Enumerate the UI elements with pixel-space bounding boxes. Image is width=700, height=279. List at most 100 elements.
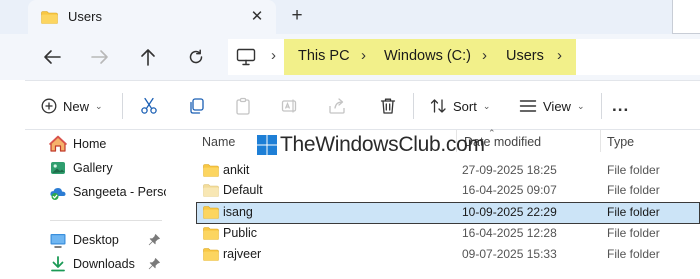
sidebar-item-downloads[interactable]: Downloads: [40, 253, 166, 275]
chevron-down-icon: ⌄: [95, 100, 103, 111]
pin-icon[interactable]: [147, 233, 161, 247]
rename-icon: [281, 99, 297, 113]
divider: [122, 93, 123, 119]
trash-icon: [380, 98, 396, 114]
file-date: 16-04-2025 09:07: [462, 183, 557, 197]
share-icon: [329, 98, 345, 114]
file-date: 09-07-2025 15:33: [462, 247, 557, 261]
view-icon: [519, 100, 537, 112]
sidebar-divider: [50, 220, 162, 221]
address-bar[interactable]: › This PC › Windows (C:) › Users ›: [228, 39, 700, 75]
chevron-down-icon: ⌄: [576, 100, 585, 111]
pin-icon[interactable]: [147, 257, 161, 271]
folder-icon: [203, 184, 219, 197]
column-header-type[interactable]: Type: [607, 135, 634, 149]
view-button[interactable]: View ⌄: [519, 93, 585, 119]
file-row-ankit[interactable]: ankit 27-09-2025 18:25 File folder: [196, 160, 700, 182]
window-control-edge[interactable]: [672, 0, 700, 34]
file-row-public[interactable]: Public 16-04-2025 12:28 File folder: [196, 223, 700, 245]
desktop-icon: [50, 234, 66, 248]
breadcrumb-windows-c[interactable]: Windows (C:): [384, 48, 471, 64]
file-name: Default: [223, 183, 263, 197]
navigation-pane: Home Gallery Sangeeta - Persor Desktop D…: [40, 130, 166, 279]
copy-button[interactable]: [187, 93, 205, 119]
home-icon: [49, 135, 67, 152]
chevron-right-icon[interactable]: ›: [361, 47, 366, 64]
command-bar: New ⌄ Sort ⌄ View ⌄ ...: [25, 80, 700, 130]
rename-button[interactable]: [281, 93, 299, 119]
divider: [601, 93, 602, 119]
chevron-right-icon[interactable]: ›: [557, 47, 562, 64]
forward-button[interactable]: [85, 42, 115, 72]
column-header-name[interactable]: Name: [202, 135, 235, 149]
share-button[interactable]: [328, 93, 346, 119]
file-type: File folder: [607, 205, 660, 219]
sidebar-item-onedrive[interactable]: Sangeeta - Persor: [40, 181, 166, 203]
sidebar-item-label: Desktop: [73, 233, 119, 247]
file-name: Public: [223, 226, 258, 240]
plus-circle-icon: [41, 98, 57, 114]
folder-icon: [203, 206, 219, 219]
sidebar-item-gallery[interactable]: Gallery: [40, 157, 166, 179]
divider: [413, 93, 414, 119]
file-name: rajveer: [223, 247, 262, 261]
file-type: File folder: [607, 226, 660, 240]
sort-icon: [430, 99, 446, 113]
delete-button[interactable]: [379, 93, 397, 119]
breadcrumb-users[interactable]: Users: [506, 48, 544, 64]
folder-icon: [203, 248, 219, 261]
file-type: File folder: [607, 163, 660, 177]
folder-icon: [203, 164, 219, 177]
clipboard-icon: [236, 97, 250, 115]
refresh-button[interactable]: [181, 42, 211, 72]
file-type: File folder: [607, 183, 660, 197]
sidebar-item-label: Gallery: [73, 161, 113, 175]
paste-button[interactable]: [234, 93, 252, 119]
sidebar-item-home[interactable]: Home: [40, 133, 166, 155]
breadcrumb-this-pc[interactable]: This PC: [298, 48, 350, 64]
file-row-rajveer[interactable]: rajveer 09-07-2025 15:33 File folder: [196, 244, 700, 266]
chevron-right-icon[interactable]: ›: [482, 47, 487, 64]
navigation-bar: › This PC › Windows (C:) › Users ›: [0, 34, 700, 80]
watermark-text: TheWindowsClub.com: [280, 133, 485, 156]
new-button[interactable]: New ⌄: [41, 93, 103, 119]
gallery-icon: [51, 162, 65, 174]
tab-strip: Users ✕ +: [0, 0, 700, 34]
column-divider[interactable]: [600, 130, 601, 152]
cut-button[interactable]: [140, 93, 158, 119]
more-options-button[interactable]: ...: [612, 93, 629, 119]
file-row-default[interactable]: Default 16-04-2025 09:07 File folder: [196, 180, 700, 202]
up-button[interactable]: [133, 42, 163, 72]
tab-title: Users: [68, 9, 102, 24]
arrow-up-icon: [141, 49, 155, 66]
close-icon[interactable]: ✕: [246, 6, 268, 28]
new-label: New: [63, 98, 90, 114]
downloads-icon: [51, 256, 65, 272]
windows-logo-icon: [257, 135, 277, 155]
tab-users[interactable]: Users ✕: [28, 0, 276, 34]
file-date: 10-09-2025 22:29: [462, 205, 557, 219]
chevron-right-icon[interactable]: ›: [271, 47, 276, 64]
sort-label: Sort: [453, 98, 477, 114]
copy-icon: [190, 98, 204, 114]
folder-icon: [41, 11, 58, 24]
view-label: View: [543, 98, 571, 114]
file-name: ankit: [223, 163, 250, 177]
file-row-isang[interactable]: isang 10-09-2025 22:29 File folder: [196, 202, 700, 224]
computer-icon: [236, 48, 256, 66]
sidebar-item-label: Downloads: [73, 257, 135, 271]
arrow-left-icon: [44, 50, 61, 64]
sidebar-item-label: Home: [73, 137, 107, 151]
back-button[interactable]: [37, 42, 67, 72]
watermark: TheWindowsClub.com: [257, 130, 485, 160]
sidebar-item-desktop[interactable]: Desktop: [40, 229, 166, 251]
refresh-icon: [189, 49, 203, 64]
onedrive-icon: [50, 188, 66, 200]
file-type: File folder: [607, 247, 660, 261]
scissors-icon: [141, 97, 157, 114]
chevron-down-icon: ⌄: [482, 100, 491, 111]
folder-icon: [203, 227, 219, 240]
sort-button[interactable]: Sort ⌄: [430, 93, 490, 119]
file-date: 16-04-2025 12:28: [462, 226, 557, 240]
plus-icon[interactable]: +: [285, 4, 309, 28]
